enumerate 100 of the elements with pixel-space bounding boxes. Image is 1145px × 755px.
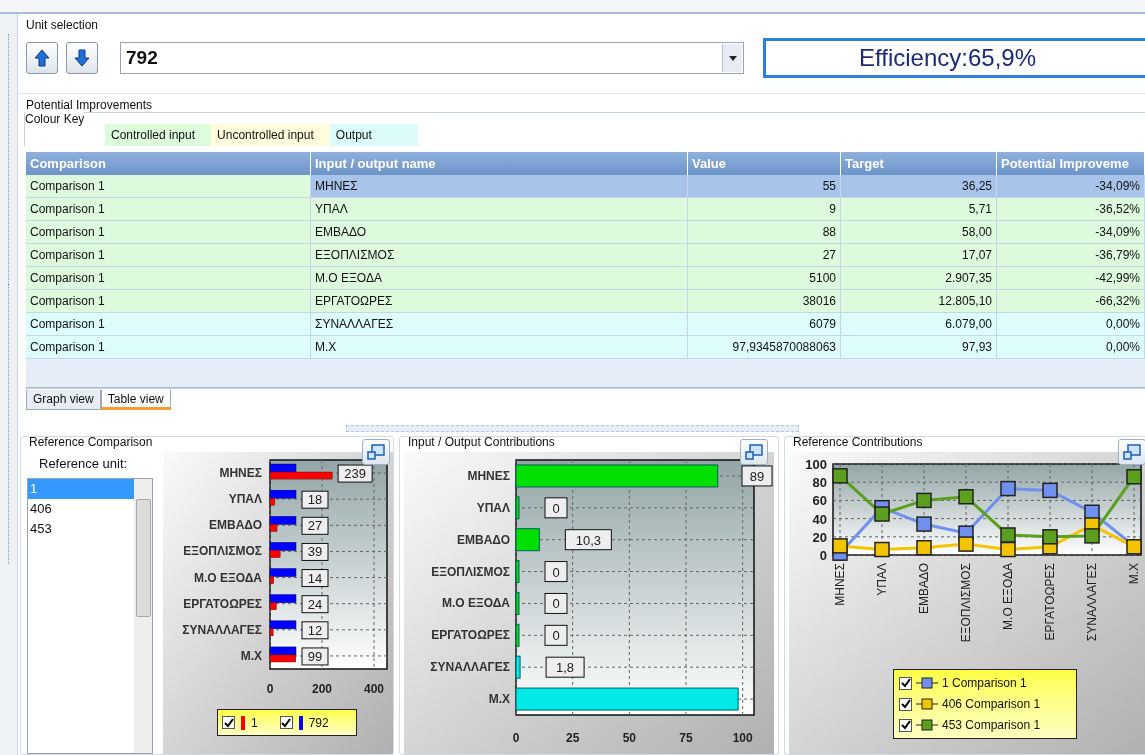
data-point bbox=[1000, 527, 1016, 543]
value-label: 0 bbox=[544, 624, 568, 646]
maximize-button[interactable] bbox=[740, 439, 768, 465]
line-marker-icon bbox=[916, 677, 938, 689]
value-label: 89 bbox=[741, 465, 773, 487]
list-item[interactable]: 453 bbox=[28, 519, 134, 539]
axis-label: ΕΜΒΑΔΟ bbox=[457, 532, 510, 547]
colour-key-item: Controlled input bbox=[105, 124, 212, 146]
tick-label: 100 bbox=[732, 731, 753, 745]
value-label: 0 bbox=[544, 497, 568, 519]
data-point bbox=[874, 541, 890, 558]
line-marker-icon bbox=[916, 698, 938, 710]
tick-label: 75 bbox=[679, 731, 693, 745]
table-cell: -34,09% bbox=[997, 221, 1145, 244]
axis-label: Μ.Ο ΕΞΟΔΑ bbox=[441, 596, 510, 611]
panel-title: Reference Comparison bbox=[29, 435, 153, 451]
table-cell: ΥΠΑΛ bbox=[311, 198, 688, 221]
table-cell: Comparison 1 bbox=[26, 336, 311, 359]
table-cell: ΕΡΓΑΤΟΩΡΕΣ bbox=[311, 290, 688, 313]
table-cell: ΕΞΟΠΛΙΣΜΟΣ bbox=[311, 244, 688, 267]
down-button[interactable] bbox=[66, 42, 98, 74]
value-label: 99 bbox=[301, 647, 329, 666]
value-label: 39 bbox=[301, 542, 329, 561]
windows-icon bbox=[367, 444, 385, 460]
data-label: 0 bbox=[552, 564, 560, 580]
up-button[interactable] bbox=[26, 42, 58, 74]
table-cell: Comparison 1 bbox=[26, 198, 311, 221]
table-cell: 12.805,10 bbox=[841, 290, 997, 313]
axis-label: ΕΜΒΑΔΟ bbox=[209, 518, 262, 533]
windows-icon bbox=[745, 444, 763, 460]
reference-unit-list[interactable]: 1 406 453 bbox=[27, 478, 153, 754]
axis-label: Μ.Χ bbox=[488, 692, 510, 707]
data-point bbox=[916, 516, 932, 532]
value-label: 12 bbox=[301, 621, 329, 640]
data-point bbox=[1126, 469, 1142, 485]
table-cell: ΜΗΝΕΣ bbox=[311, 175, 688, 198]
data-label: 0 bbox=[552, 628, 560, 644]
tick-label: 20 bbox=[812, 529, 827, 545]
table-cell: 6079 bbox=[688, 313, 841, 336]
value-label: 0 bbox=[544, 561, 568, 583]
checkbox[interactable] bbox=[899, 697, 912, 711]
maximize-button[interactable] bbox=[362, 439, 390, 465]
table-cell: 9 bbox=[688, 198, 841, 221]
bar bbox=[269, 646, 297, 656]
splitter-handle[interactable] bbox=[346, 424, 799, 432]
data-point bbox=[916, 539, 932, 556]
line-marker-icon bbox=[916, 719, 938, 731]
scrollbar[interactable] bbox=[134, 479, 152, 753]
table-cell: 0,00% bbox=[997, 313, 1145, 336]
tick-label: 200 bbox=[312, 682, 332, 696]
check-icon bbox=[281, 717, 292, 728]
tab[interactable]: Table view bbox=[100, 390, 171, 410]
data-point bbox=[1000, 480, 1016, 497]
list-item[interactable]: 406 bbox=[28, 499, 134, 519]
axis-label: ΣΥΝΑΛΛΑΓΕΣ bbox=[430, 660, 510, 675]
group-title: Potential Improvements bbox=[26, 97, 154, 112]
tick-label: 100 bbox=[805, 457, 827, 472]
table-cell: -66,32% bbox=[997, 290, 1145, 313]
up-arrow-icon bbox=[34, 49, 50, 67]
table-cell: 55 bbox=[688, 175, 841, 198]
checkbox[interactable] bbox=[899, 718, 912, 732]
table-cell: 5100 bbox=[688, 267, 841, 290]
axis-label: ΥΠΑΛ bbox=[476, 500, 510, 515]
axis-label: ΥΠΑΛ bbox=[228, 492, 262, 507]
table-cell: 5,71 bbox=[841, 198, 997, 221]
maximize-button[interactable] bbox=[1118, 439, 1145, 465]
table-cell: Comparison 1 bbox=[26, 267, 311, 290]
axis-label: Μ.Χ bbox=[1127, 563, 1141, 585]
table-cell: Comparison 1 bbox=[26, 175, 311, 198]
checkbox[interactable] bbox=[899, 676, 912, 690]
table-cell: -34,09% bbox=[997, 175, 1145, 198]
axis-label: ΕΡΓΑΤΟΩΡΕΣ bbox=[183, 596, 262, 611]
tab[interactable]: Graph view bbox=[26, 390, 101, 410]
value-label: 1,8 bbox=[545, 656, 585, 678]
data-label: 0 bbox=[552, 500, 560, 516]
value-label: 24 bbox=[301, 595, 329, 614]
axis-label: ΕΜΒΑΔΟ bbox=[917, 563, 931, 615]
series-swatch-icon bbox=[241, 715, 245, 730]
table-cell: Comparison 1 bbox=[26, 221, 311, 244]
table-cell: Μ.Χ bbox=[311, 336, 688, 359]
scroll-thumb[interactable] bbox=[135, 499, 151, 617]
table-cell: Comparison 1 bbox=[26, 244, 311, 267]
data-point bbox=[916, 492, 932, 509]
axis-label: Μ.Ο ΕΞΟΔΑ bbox=[193, 570, 262, 585]
colour-key-item: Uncontrolled input bbox=[211, 124, 330, 146]
check-icon bbox=[900, 720, 911, 730]
series-swatch-icon bbox=[298, 715, 303, 730]
data-point bbox=[832, 538, 848, 554]
table-cell: Μ.Ο ΕΞΟΔΑ bbox=[311, 267, 688, 290]
checkbox[interactable] bbox=[279, 716, 293, 729]
axis-label: ΜΗΝΕΣ bbox=[467, 468, 510, 483]
table-cell: ΣΥΝΑΛΛΑΓΕΣ bbox=[311, 313, 688, 336]
checkbox[interactable] bbox=[222, 716, 235, 729]
unit-dropdown[interactable]: 792 bbox=[120, 42, 744, 74]
check-icon bbox=[900, 699, 911, 709]
data-label: 0 bbox=[552, 596, 560, 612]
panel-title: Input / Output Contributions bbox=[408, 435, 555, 451]
colour-key-item: Output bbox=[329, 124, 418, 146]
table-cell: 97,93 bbox=[841, 336, 997, 359]
table-cell: -42,99% bbox=[997, 267, 1145, 290]
